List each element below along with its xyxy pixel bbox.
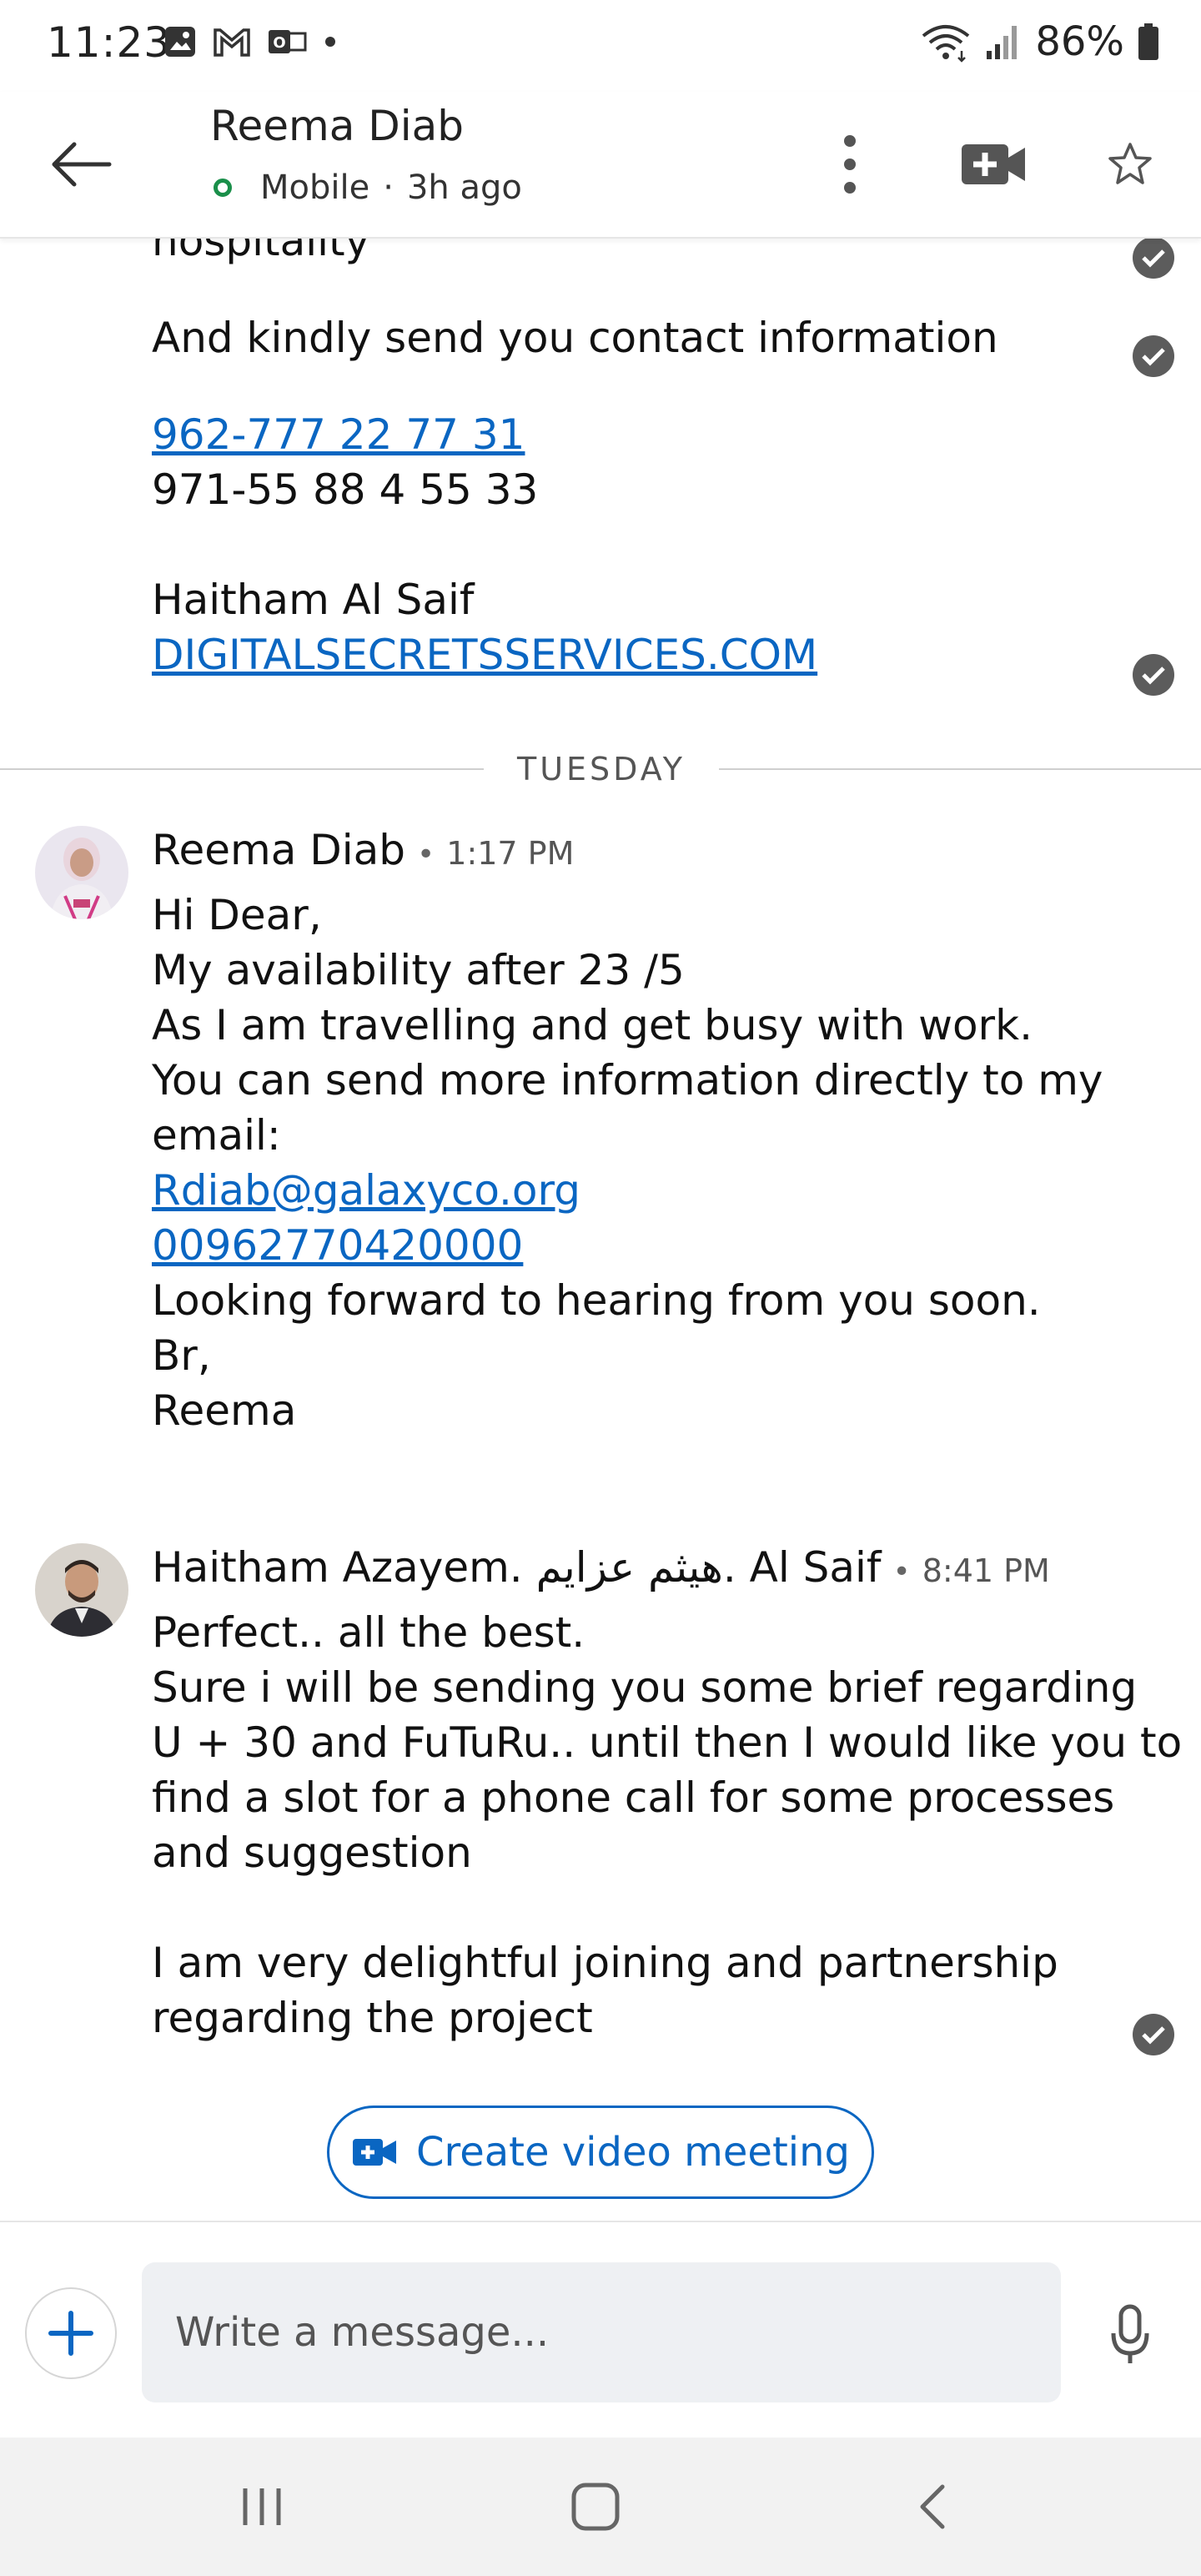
- read-receipt-icon: [1133, 2014, 1174, 2055]
- more-options-button[interactable]: [812, 127, 887, 202]
- website-link[interactable]: DIGITALSECRETSSERVICES.COM: [152, 627, 817, 682]
- dot-icon: [325, 37, 335, 47]
- recent-apps-icon: [243, 2488, 281, 2525]
- day-divider: TUESDAY: [0, 746, 1201, 792]
- message-line: and suggestion: [152, 1829, 472, 1877]
- chevron-left-icon: [920, 2484, 945, 2529]
- message-time: 8:41 PM: [922, 1552, 1050, 1589]
- arrow-left-icon: [52, 142, 112, 187]
- contact-name[interactable]: Reema Diab: [210, 102, 464, 150]
- message-line: regarding the project: [152, 1994, 593, 2042]
- message-line: My availability after 23 /5: [152, 946, 685, 994]
- notification-icons: O: [163, 25, 339, 58]
- status-time: 11:23: [47, 18, 172, 67]
- plus-icon: [48, 2311, 93, 2356]
- separator-dot: •: [417, 838, 435, 872]
- online-indicator-icon: [214, 179, 232, 197]
- back-button[interactable]: [43, 127, 118, 202]
- battery-percent: 86%: [1035, 18, 1124, 65]
- message-line: Haitham Al Saif: [152, 576, 475, 624]
- avatar[interactable]: [35, 1543, 128, 1637]
- avatar[interactable]: [35, 826, 128, 919]
- attach-button[interactable]: [25, 2287, 117, 2379]
- presence-status: Mobile · 3h ago: [210, 169, 522, 207]
- read-receipt-icon: [1133, 335, 1174, 377]
- gallery-icon: [165, 27, 195, 57]
- message-input[interactable]: [142, 2262, 1061, 2402]
- last-seen: 3h ago: [406, 169, 522, 207]
- signal-icon: [987, 26, 1018, 59]
- phone-link[interactable]: 962-777 22 77 31: [152, 407, 525, 462]
- phone-link[interactable]: 00962770420000: [152, 1218, 523, 1273]
- message-line: You can send more information directly t…: [152, 1056, 1103, 1104]
- separator-dot: •: [892, 1555, 911, 1589]
- divider-line: [0, 768, 484, 770]
- message-line: email:: [152, 1111, 281, 1160]
- presence-label: Mobile: [260, 169, 370, 207]
- message-line: Looking forward to hearing from you soon…: [152, 1276, 1041, 1325]
- read-receipt-icon: [1133, 654, 1174, 696]
- video-call-button[interactable]: [956, 127, 1031, 202]
- conversation-header: Reema Diab Mobile · 3h ago: [0, 92, 1201, 239]
- message-header: Reema Diab • 1:17 PM: [152, 826, 574, 874]
- message-line: Sure i will be sending you some brief re…: [152, 1663, 1138, 1712]
- outlook-icon: O: [269, 30, 307, 53]
- status-bar: 11:23 O 86%: [0, 0, 1201, 92]
- gmail-icon: [214, 28, 250, 57]
- presence-separator: ·: [383, 169, 394, 207]
- message-time: 1:17 PM: [446, 835, 575, 872]
- home-button[interactable]: [545, 2461, 646, 2553]
- sender-name[interactable]: Reema Diab: [152, 826, 405, 874]
- message-line: Perfect.. all the best.: [152, 1608, 585, 1657]
- system-navigation-bar: [0, 2438, 1201, 2576]
- message-line: Reema: [152, 1386, 297, 1435]
- sender-name[interactable]: Haitham Azayem. هيثم عزايم. Al Saif: [152, 1543, 881, 1592]
- read-receipt-icon: [1133, 237, 1174, 279]
- voice-message-button[interactable]: [1093, 2289, 1168, 2381]
- wifi-icon: [922, 25, 970, 63]
- microphone-icon: [1111, 2304, 1149, 2363]
- message-line: I am very delightful joining and partner…: [152, 1939, 1058, 1987]
- video-camera-icon: [353, 2139, 396, 2166]
- message-line: Hi Dear,: [152, 891, 322, 939]
- create-video-meeting-button[interactable]: Create video meeting: [327, 2106, 874, 2199]
- divider-line: [719, 768, 1201, 770]
- day-divider-label: TUESDAY: [517, 751, 686, 787]
- message-line: And kindly send you contact information: [152, 314, 998, 362]
- message-composer: [0, 2221, 1201, 2438]
- back-nav-button[interactable]: [882, 2461, 982, 2553]
- more-vertical-icon: [844, 135, 856, 194]
- star-button[interactable]: [1093, 127, 1168, 202]
- message-line: As I am travelling and get busy with wor…: [152, 1001, 1033, 1049]
- home-icon: [571, 2483, 620, 2531]
- video-meeting-label: Create video meeting: [416, 2129, 850, 2176]
- message-line: 971-55 88 4 55 33: [152, 465, 539, 514]
- battery-icon: [1138, 23, 1158, 60]
- message-line: Br,: [152, 1331, 211, 1380]
- video-plus-icon: [962, 144, 1025, 184]
- recent-apps-button[interactable]: [212, 2461, 312, 2553]
- email-link[interactable]: Rdiab@galaxyco.org: [152, 1163, 580, 1218]
- message-line: find a slot for a phone call for some pr…: [152, 1774, 1115, 1822]
- svg-text:O: O: [273, 34, 285, 52]
- system-status: 86%: [920, 18, 1159, 65]
- star-outline-icon: [1108, 143, 1152, 184]
- message-line: U + 30 and FuTuRu.. until then I would l…: [152, 1718, 1183, 1767]
- message-header: Haitham Azayem. هيثم عزايم. Al Saif • 8:…: [152, 1543, 1050, 1592]
